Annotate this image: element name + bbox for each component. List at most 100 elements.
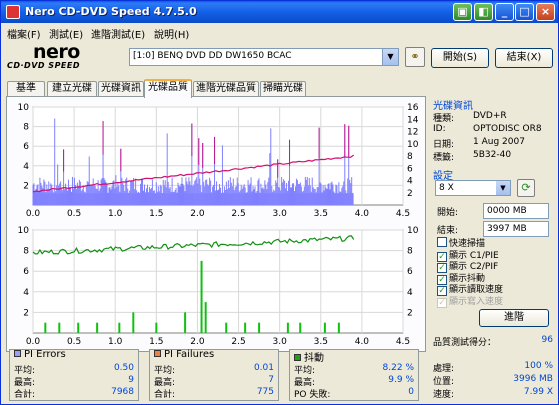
app-icon	[6, 5, 20, 19]
x-tick-label: 1.0	[108, 337, 123, 347]
progress-row: 位置: 3996 MB	[433, 374, 553, 387]
y-tick-label-right: 12	[407, 128, 418, 138]
stat-value: 7	[268, 375, 274, 385]
menu-advanced-test[interactable]: 進階測試(E)	[91, 26, 145, 41]
disc-info-row: ID: OPTODISC OR8	[431, 124, 555, 137]
pi-failures-box: PI Failures 平均: 0.01 最高: 7 合計: 775	[149, 349, 279, 401]
drive-select[interactable]: [1:0] BENQ DVD DD DW1650 BCAC ▼	[129, 48, 399, 66]
y-tick-label-left: 8	[23, 123, 29, 133]
minimize-icon[interactable]: _	[495, 3, 514, 21]
refresh-button[interactable]: ⟳	[517, 179, 535, 197]
y-tick-label-right: 10	[407, 140, 419, 150]
y-tick-label-right: 8	[407, 152, 413, 162]
y-tick-label-right: 2	[407, 308, 413, 318]
refresh-icon: ⟳	[521, 181, 531, 194]
y-tick-label-right: 4	[407, 288, 413, 298]
start-field[interactable]: 0000 MB	[483, 203, 549, 219]
checkbox-icon[interactable]	[437, 237, 447, 247]
x-tick-label: 1.0	[108, 209, 123, 219]
extra-icon-2[interactable]: ◧	[474, 3, 493, 21]
maximize-icon[interactable]: □	[515, 3, 534, 21]
progress-label: 處理:	[433, 364, 455, 374]
tab-disc-info[interactable]: 光碟資訊	[98, 81, 144, 97]
tab-create-disc[interactable]: 建立光碟	[47, 81, 97, 97]
stat-row: 合計: 775	[154, 387, 274, 400]
start-row: 開始: 0000 MB	[437, 203, 549, 219]
checkbox-icon[interactable]: ✓	[437, 297, 447, 308]
x-tick-label: 4.0	[355, 209, 370, 219]
x-tick-label: 2.5	[231, 337, 245, 347]
y-tick-label-right: 16	[407, 103, 419, 113]
y-tick-label-left: 10	[18, 103, 30, 113]
stat-value: 0.01	[253, 363, 274, 373]
menu-bar: 檔案(F) 測試(E) 進階測試(E) 說明(H)	[1, 23, 558, 41]
menu-help[interactable]: 說明(H)	[154, 26, 189, 41]
speed-select[interactable]: 8 X ▼	[435, 180, 511, 196]
menu-file[interactable]: 檔案(F)	[7, 26, 41, 41]
y-tick-label-right: 6	[407, 267, 413, 277]
x-tick-label: 0.0	[26, 337, 41, 347]
quality-charts: 0.0 0.5 1.0 1.5 2.0 2.5 3.0 3.5 4.0 4.5 10 8 6 4 2 16 14…	[18, 103, 419, 347]
chevron-down-icon[interactable]: ▼	[382, 49, 398, 65]
x-tick-label: 0.5	[67, 209, 81, 219]
y-tick-label-right: 4	[407, 177, 413, 187]
disc-info-value: OPTODISC OR8	[473, 124, 542, 134]
y-tick-label-left: 8	[23, 247, 29, 257]
y-tick-label-left: 6	[23, 142, 29, 152]
disc-info-row: 日期: 1 Aug 2007	[431, 137, 555, 150]
y-tick-label-right: 14	[407, 115, 419, 125]
stat-value: 7968	[111, 387, 134, 397]
chevron-down-icon[interactable]: ▼	[496, 181, 510, 195]
menu-test[interactable]: 測試(E)	[49, 26, 83, 41]
disc-info-row: 種類: DVD+R	[431, 111, 555, 124]
y-tick-label-left: 10	[18, 226, 30, 236]
extra-icon[interactable]: ▣	[453, 3, 472, 21]
stat-label: PO 失敗:	[294, 390, 331, 400]
stat-label: 合計:	[154, 390, 176, 400]
stat-value: 0.50	[113, 363, 134, 373]
stat-value: 9	[128, 375, 134, 385]
progress-value: 7.99 X	[523, 387, 553, 397]
y-tick-label-right: 2	[407, 189, 413, 199]
y-tick-label-right: 10	[407, 226, 419, 236]
x-tick-label: 2.0	[190, 209, 205, 219]
end-field[interactable]: 3997 MB	[483, 221, 549, 237]
disc-info-label: 日期:	[433, 140, 455, 150]
pi-errors-legend-icon	[14, 350, 21, 357]
stat-value: 8.22 %	[382, 363, 414, 373]
link-icon: ⚭	[410, 50, 420, 63]
stat-row: PO 失敗: 0	[294, 387, 414, 400]
exit-button[interactable]: 結束(X)	[495, 48, 553, 68]
x-tick-label: 3.0	[273, 209, 288, 219]
end-label: 結束:	[437, 226, 459, 236]
disc-info-value: 5B32-40	[473, 150, 512, 160]
progress-row: 處理: 100 %	[433, 361, 553, 374]
window-title: Nero CD-DVD Speed 4.7.5.0	[25, 5, 197, 18]
x-tick-label: 1.5	[149, 209, 163, 219]
tab-disc-quality[interactable]: 光碟品質	[144, 79, 192, 98]
x-tick-label: 0.5	[67, 337, 81, 347]
close-icon[interactable]: ×	[536, 3, 555, 21]
drive-info-button[interactable]: ⚭	[405, 47, 425, 67]
progress-row: 速度: 7.99 X	[433, 387, 553, 400]
stat-value: 0	[408, 387, 414, 397]
progress-label: 位置:	[433, 377, 455, 387]
tab-advanced-quality[interactable]: 進階光碟品質	[193, 81, 259, 97]
advanced-button[interactable]: 進階	[479, 309, 549, 327]
stat-row: 合計: 7968	[14, 387, 134, 400]
checkbox-label: 顯示寫入速度	[449, 296, 504, 307]
y-tick-label-left: 2	[23, 181, 29, 191]
app-window: Nero CD-DVD Speed 4.7.5.0 ▣ ◧ _ □ × 檔案(F…	[0, 0, 559, 405]
quality-score-row: 品質測試得分： 96	[433, 335, 553, 348]
end-row: 結束: 3997 MB	[437, 221, 549, 237]
tab-scan-disc[interactable]: 掃瞄光碟	[260, 81, 306, 97]
logo-product: CD·DVD SPEED	[7, 61, 81, 70]
x-tick-label: 2.5	[231, 209, 245, 219]
start-button[interactable]: 開始(S)	[431, 48, 489, 68]
nero-logo: nero CD·DVD SPEED	[7, 41, 117, 73]
x-tick-label: 3.0	[273, 337, 288, 347]
tab-benchmark[interactable]: 基準	[7, 81, 45, 97]
pi-failures-legend-icon	[154, 350, 161, 357]
quality-score-value: 96	[541, 335, 553, 345]
title-bar[interactable]: Nero CD-DVD Speed 4.7.5.0 ▣ ◧ _ □ ×	[1, 1, 558, 23]
